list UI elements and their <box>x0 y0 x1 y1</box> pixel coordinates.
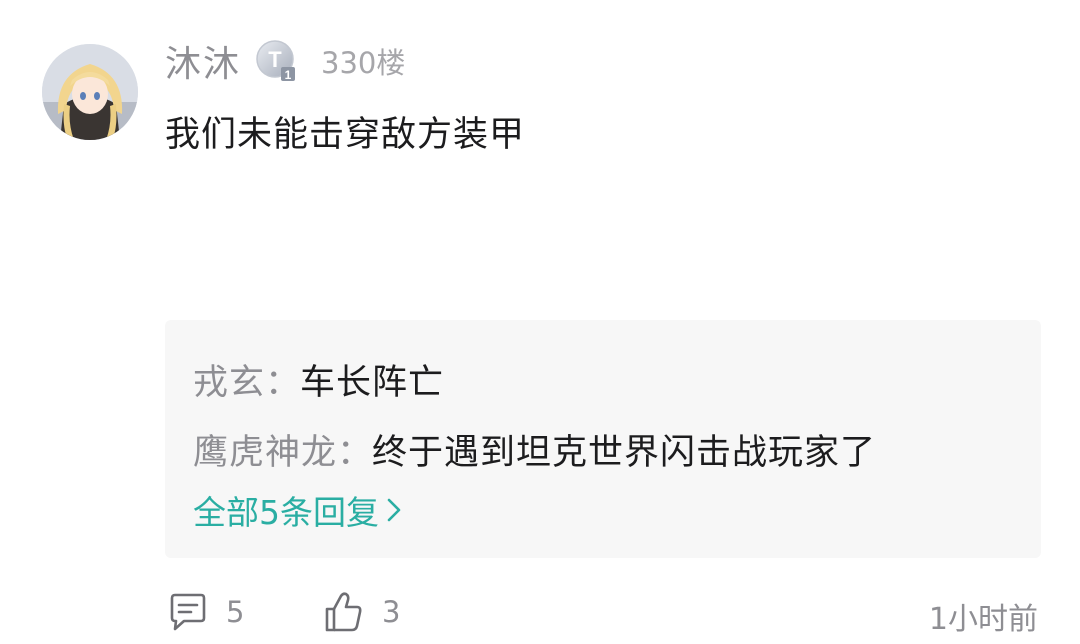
reply-username[interactable]: 鹰虎神龙 <box>193 433 337 473</box>
avatar[interactable] <box>42 44 138 140</box>
comment-bubble-icon <box>170 593 206 631</box>
floor-number: 330楼 <box>321 46 406 80</box>
reply-username[interactable]: 戎玄 <box>193 363 265 403</box>
reply-preview-box[interactable]: 戎玄：车长阵亡 鹰虎神龙：终于遇到坦克世界闪击战玩家了 全部5条回复 <box>165 320 1041 558</box>
thumbs-up-icon <box>325 592 362 632</box>
view-all-replies-link[interactable]: 全部5条回复 <box>193 486 403 534</box>
reply-text: 终于遇到坦克世界闪击战玩家了 <box>372 433 877 473</box>
level-badge-letter: T <box>268 47 282 72</box>
like-button[interactable]: 3 <box>322 590 400 634</box>
comment-content: 我们未能击穿敌方装甲 <box>165 115 526 155</box>
level-badge-number: 1 <box>285 68 292 82</box>
comment-footer: 5 3 1小时前 <box>0 586 1080 642</box>
reply-separator: ： <box>337 433 373 473</box>
like-count: 3 <box>382 595 401 629</box>
comment-count: 5 <box>226 595 245 629</box>
reply-button[interactable]: 5 <box>166 590 244 634</box>
timestamp: 1小时前 <box>928 602 1038 637</box>
reply-text: 车长阵亡 <box>300 363 445 403</box>
chevron-right-icon <box>387 498 401 522</box>
reply-item[interactable]: 戎玄：车长阵亡 <box>193 354 444 405</box>
level-badge-icon: T 1 <box>255 39 299 83</box>
username[interactable]: 沐沐 <box>165 35 241 87</box>
reply-item[interactable]: 鹰虎神龙：终于遇到坦克世界闪击战玩家了 <box>193 424 876 475</box>
view-all-replies-label: 全部5条回复 <box>193 493 379 532</box>
comment-card: 沐沐 T 1 330楼 我们未能击穿敌方装甲 戎玄：车长阵亡 鹰虎神龙：终于遇到… <box>0 0 1080 644</box>
comment-header: 沐沐 T 1 330楼 <box>165 36 405 86</box>
reply-separator: ： <box>265 363 301 403</box>
